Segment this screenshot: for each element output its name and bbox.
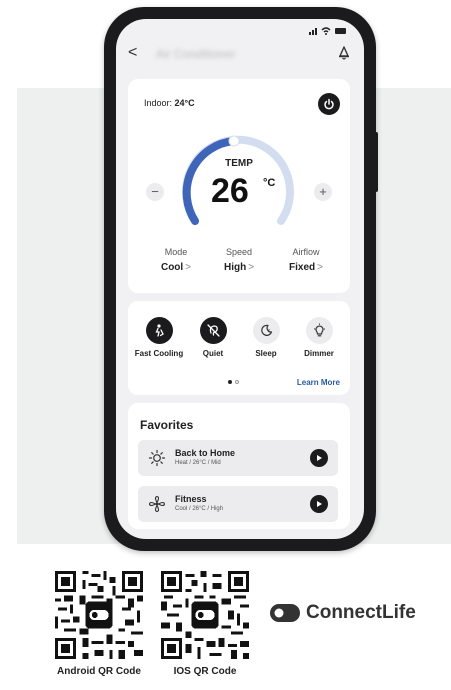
play-back-to-home-button[interactable] — [310, 449, 328, 467]
dimmer-icon — [313, 323, 325, 337]
svg-text:z: z — [268, 327, 270, 332]
android-qr-code — [55, 571, 143, 659]
decrease-temp-button[interactable]: − — [146, 183, 164, 201]
dial-handle[interactable] — [228, 135, 240, 147]
favorites-title: Favorites — [140, 418, 194, 432]
modes-card: Fast Cooling Quiet z Sleep Dimmer Learn … — [128, 301, 350, 395]
mode-quiet[interactable]: Quiet — [188, 317, 238, 359]
climate-card: Indoor: 24°C TEMP 26 °C − + Mode Cool > S… — [128, 79, 350, 293]
page-indicator[interactable] — [228, 380, 239, 384]
phone-side-button — [374, 132, 378, 192]
ios-qr-code — [161, 571, 249, 659]
nav-title: Air Conditioner — [156, 47, 236, 61]
connectlife-logo-icon — [270, 604, 300, 622]
sleep-icon: z — [260, 324, 272, 336]
temp-value: 26 — [211, 172, 249, 210]
brand-name: ConnectLife — [306, 602, 416, 623]
favorites-card: Favorites Back to Home Heat / 26°C / Mid — [128, 403, 350, 529]
indoor-temperature: Indoor: 24°C — [144, 98, 195, 108]
temp-unit: °C — [263, 177, 276, 189]
chevron-right-icon: > — [185, 262, 192, 273]
sun-icon — [148, 449, 166, 467]
play-icon — [317, 455, 322, 461]
mode-control[interactable]: Mode Cool > — [141, 247, 211, 273]
temp-label: TEMP — [225, 158, 253, 169]
battery-icon — [335, 28, 346, 34]
mode-sleep[interactable]: z Sleep — [241, 317, 291, 359]
chevron-right-icon: > — [317, 262, 323, 273]
page-dot — [235, 380, 239, 384]
quiet-icon — [206, 324, 220, 337]
android-qr-label: Android QR Code — [57, 666, 141, 677]
mode-dimmer[interactable]: Dimmer — [294, 317, 344, 359]
play-icon — [317, 501, 322, 507]
fan-icon — [148, 495, 166, 513]
nav-bar: < Air Conditioner — [116, 43, 364, 65]
ios-qr-label: IOS QR Code — [173, 666, 237, 677]
status-bar — [309, 27, 346, 35]
wifi-icon — [321, 27, 331, 35]
play-fitness-button[interactable] — [310, 495, 328, 513]
back-icon[interactable]: < — [128, 45, 137, 61]
power-button[interactable] — [318, 93, 340, 115]
increase-temp-button[interactable]: + — [314, 183, 332, 201]
fast-cooling-icon — [155, 324, 164, 337]
speed-control[interactable]: Speed High > — [204, 247, 274, 273]
power-icon — [324, 98, 334, 110]
favorite-back-to-home[interactable]: Back to Home Heat / 26°C / Mid — [138, 440, 338, 476]
airflow-control[interactable]: Airflow Fixed > — [271, 247, 341, 273]
favorite-fitness[interactable]: Fitness Cool / 26°C / High — [138, 486, 338, 522]
connectlife-brand: ConnectLife — [270, 602, 416, 624]
phone-screen: < Air Conditioner Indoor: 24°C TEMP 26 °… — [116, 19, 364, 539]
page-dot-active — [228, 380, 232, 384]
learn-more-link[interactable]: Learn More — [297, 378, 340, 387]
bell-icon[interactable] — [337, 45, 351, 61]
mode-fast-cooling[interactable]: Fast Cooling — [134, 317, 184, 359]
chevron-right-icon: > — [248, 262, 255, 273]
signal-icon — [309, 27, 317, 35]
